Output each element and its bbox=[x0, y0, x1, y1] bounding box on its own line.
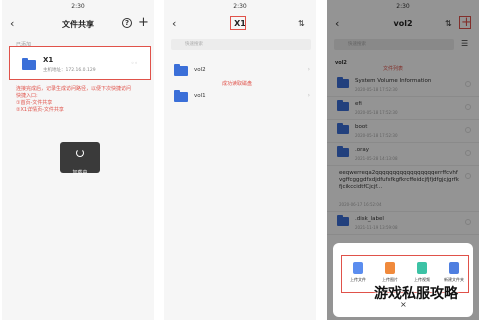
note-line: 快捷入口: bbox=[16, 93, 38, 99]
device-card[interactable]: X1 主机地址：172.16.0.129 ◦◦ bbox=[9, 46, 151, 80]
help-icon[interactable]: ? bbox=[122, 18, 132, 28]
instruction-note: 连接完成后，记录生成访问路径，以便下次快捷访问 快捷入口: ①首页-文件共享 ②… bbox=[16, 86, 146, 114]
action-label: 上传文件 bbox=[350, 277, 366, 282]
upload-file-button[interactable]: 上传文件 bbox=[342, 262, 374, 283]
device-host: 主机地址：172.16.0.129 bbox=[43, 68, 96, 73]
note-line: ②X1详情页-文件共享 bbox=[16, 107, 64, 113]
chevron-right-icon: › bbox=[307, 66, 310, 73]
loading-text: 加载中 bbox=[72, 170, 88, 176]
screenshot-root: 2:30 ‹ 文件共享 ? + 已添加 X1 主机地址：172.16.0.129… bbox=[0, 0, 480, 320]
status-time: 2:30 bbox=[233, 3, 247, 10]
new-folder-icon bbox=[449, 262, 459, 274]
device-screen: 2:30 ‹ X1 ⇅ 快速搜索 vol2 › 成功读取磁盘 vol1 › bbox=[164, 0, 316, 320]
loading-toast: 加载中 bbox=[60, 142, 100, 176]
watermark-text: 游戏私服攻略 bbox=[374, 286, 458, 302]
title-highlight-box bbox=[230, 16, 246, 30]
folder-icon bbox=[22, 58, 36, 70]
spinner-icon bbox=[76, 149, 84, 157]
device-name: X1 bbox=[43, 56, 54, 64]
status-time: 2:30 bbox=[71, 3, 85, 10]
note-line: ①首页-文件共享 bbox=[16, 100, 53, 106]
search-input[interactable]: 快速搜索 bbox=[171, 39, 311, 50]
folder-icon bbox=[174, 64, 188, 76]
action-sheet: 上传文件 上传图片 上传视频 新建文件夹 × bbox=[333, 243, 473, 317]
folder-name: vol1 bbox=[194, 93, 206, 99]
folder-name: vol2 bbox=[194, 67, 206, 73]
new-folder-button[interactable]: 新建文件夹 bbox=[438, 262, 470, 283]
more-icon[interactable]: ◦◦ bbox=[131, 60, 138, 67]
sort-icon[interactable]: ⇅ bbox=[298, 19, 305, 28]
upload-image-button[interactable]: 上传图片 bbox=[374, 262, 406, 283]
add-icon[interactable]: + bbox=[138, 15, 149, 30]
top-bar: ‹ 文件共享 ? + bbox=[2, 14, 154, 34]
folder-screen: 2:30 ‹ vol2 ⇅ + 快速搜索 ☰ vol2 文件列表 System … bbox=[327, 0, 479, 320]
note-line: 连接完成后，记录生成访问路径，以便下次快捷访问 bbox=[16, 86, 132, 92]
upload-video-button[interactable]: 上传视频 bbox=[406, 262, 438, 283]
image-upload-icon bbox=[385, 262, 395, 274]
video-upload-icon bbox=[417, 262, 427, 274]
list-item[interactable]: vol1 › bbox=[164, 88, 316, 106]
list-item[interactable]: vol2 › bbox=[164, 62, 316, 80]
folder-icon bbox=[174, 90, 188, 102]
chevron-right-icon: › bbox=[307, 92, 310, 99]
file-share-screen: 2:30 ‹ 文件共享 ? + 已添加 X1 主机地址：172.16.0.129… bbox=[2, 0, 154, 320]
file-upload-icon bbox=[353, 262, 363, 274]
annotation-label: 成功读取磁盘 bbox=[222, 81, 253, 87]
